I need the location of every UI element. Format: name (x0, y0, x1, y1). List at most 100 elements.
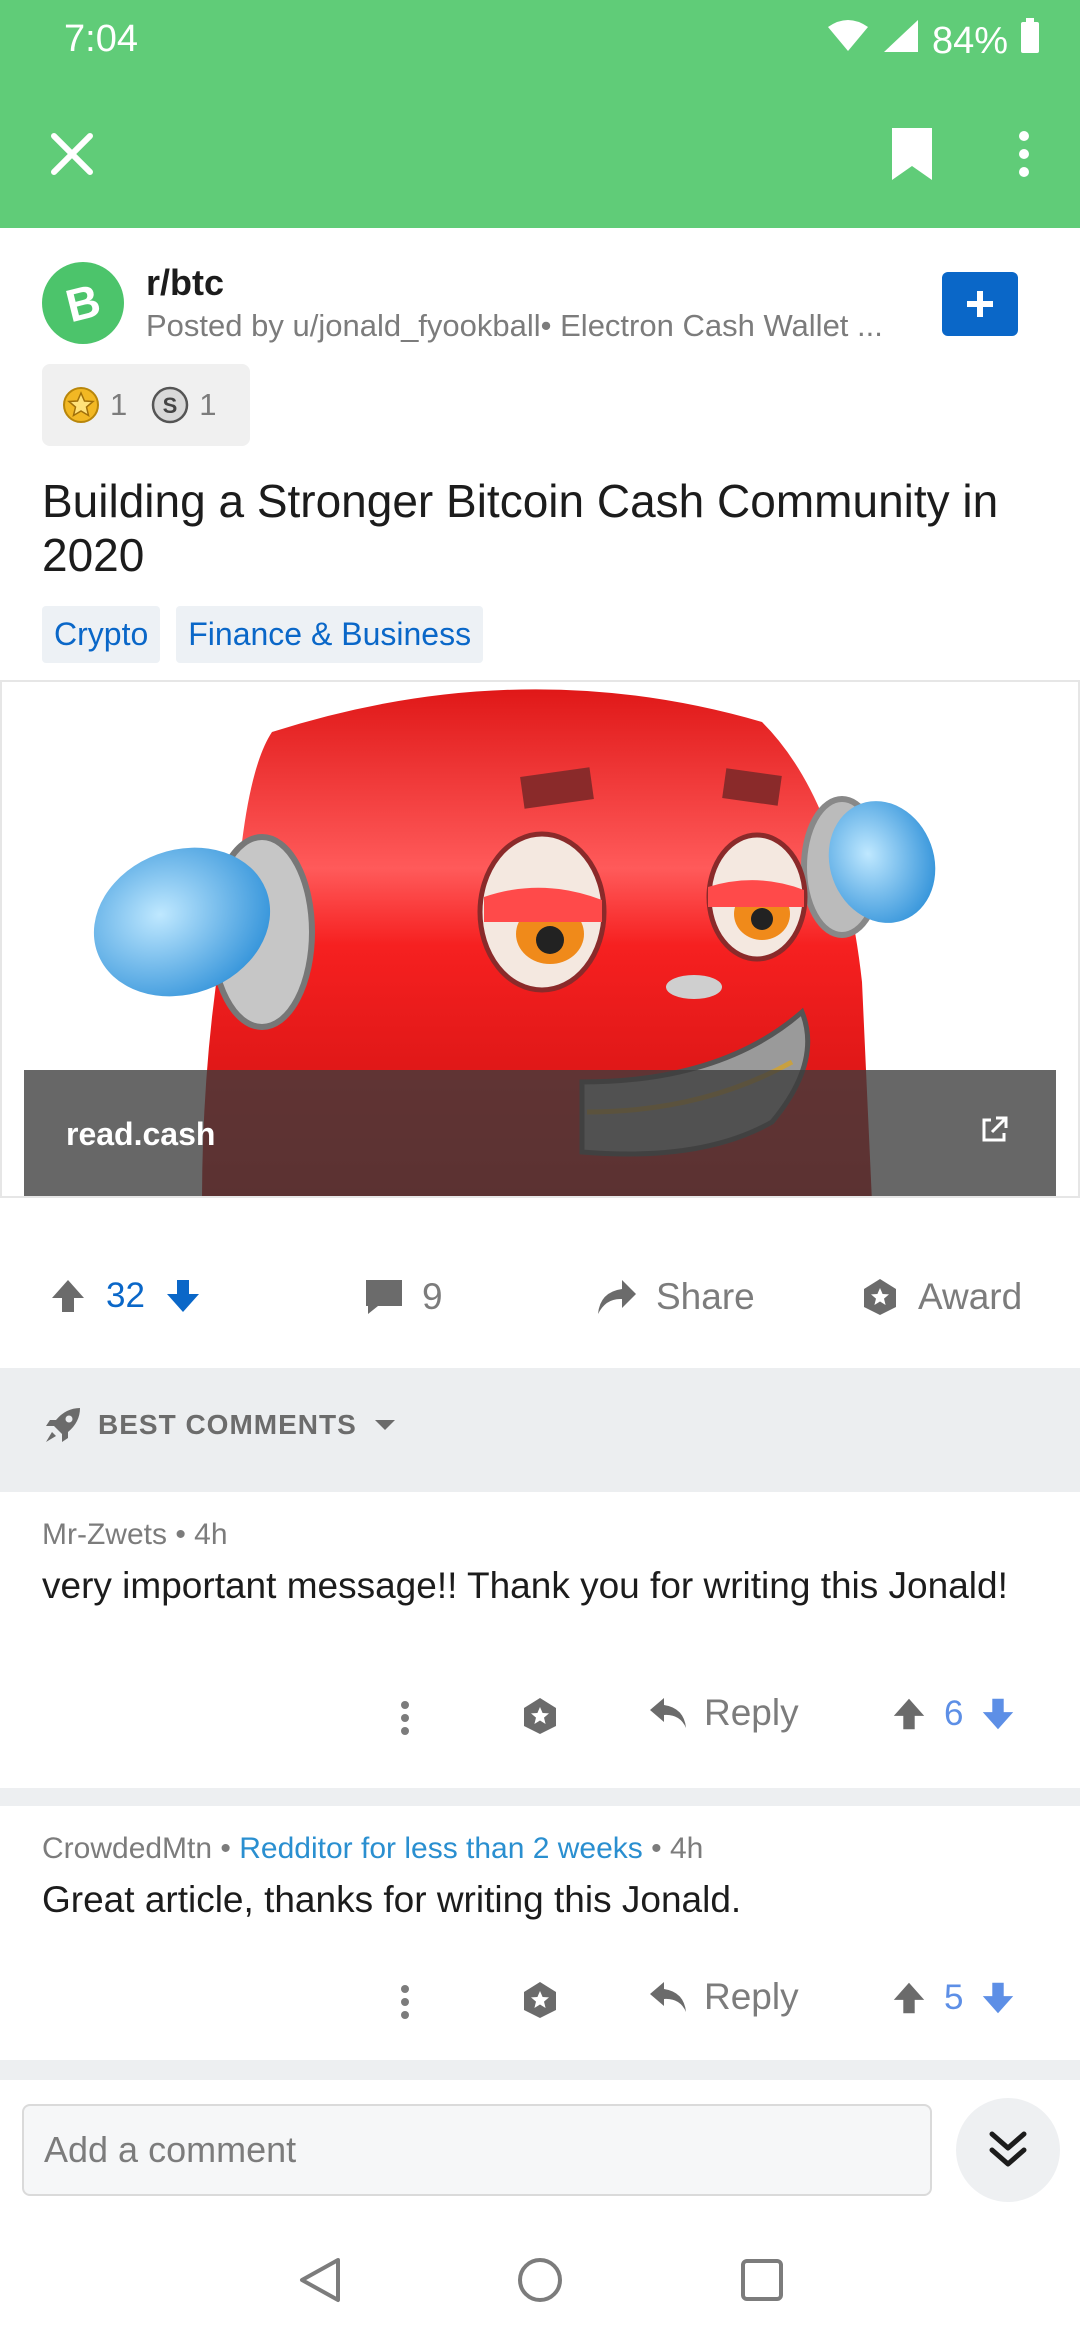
subreddit-avatar[interactable]: B (42, 262, 124, 344)
post-meta[interactable]: Posted by u/jonald_fyookball• Electron C… (146, 308, 936, 344)
flair-tag[interactable]: Finance & Business (176, 606, 484, 663)
award-icon (864, 1279, 896, 1315)
more-vertical-icon (401, 1701, 409, 1735)
home-circle-icon (518, 2258, 562, 2302)
more-vertical-icon (401, 1985, 409, 2019)
top-app-bar: 7:04 84% (0, 0, 1080, 228)
reply-icon (650, 1698, 686, 1728)
reply-button[interactable]: Reply (648, 1692, 799, 1734)
status-time: 7:04 (64, 18, 138, 60)
close-icon (51, 133, 93, 175)
downvote-icon[interactable] (163, 1276, 203, 1316)
award-icon (524, 1698, 556, 1734)
comment-divider (0, 1788, 1080, 1806)
svg-text:B: B (61, 275, 106, 331)
award-icon (524, 1982, 556, 2018)
add-comment-input[interactable] (22, 2104, 932, 2196)
post-vote: 32 (48, 1276, 203, 1316)
award-silver: S 1 (151, 386, 217, 424)
user-flair: Redditor for less than 2 weeks (239, 1832, 643, 1865)
share-button[interactable]: Share (596, 1276, 755, 1318)
upvote-icon[interactable] (48, 1276, 88, 1316)
reply-label: Reply (704, 1692, 799, 1733)
more-vertical-icon (1019, 131, 1029, 177)
external-link-icon (978, 1114, 1010, 1151)
save-post-button[interactable] (876, 118, 948, 190)
subreddit-name[interactable]: r/btc (146, 262, 224, 304)
comment-age: 4h (194, 1518, 228, 1551)
next-comment-button[interactable] (956, 2098, 1060, 2202)
comment-author[interactable]: Mr-Zwets (42, 1518, 167, 1551)
status-bar: 7:04 84% (0, 0, 1080, 80)
reply-button[interactable]: Reply (648, 1976, 799, 2018)
status-icons: 84% (826, 18, 1040, 64)
flair-tag[interactable]: Crypto (42, 606, 161, 663)
bitcoin-cash-logo-icon: B (61, 275, 106, 331)
downvote-icon[interactable] (979, 1979, 1017, 2017)
plus-icon (967, 291, 993, 317)
award-label: Award (918, 1276, 1023, 1317)
comment-composer (0, 2080, 1080, 2220)
silver-coin-award-icon: S (152, 386, 189, 424)
comment-sort-bar[interactable]: BEST COMMENTS (0, 1368, 1080, 1492)
comments-button[interactable]: 9 (364, 1276, 443, 1318)
comment-award-button[interactable] (520, 1696, 560, 1741)
battery-level: 84% (931, 19, 1008, 62)
more-options-button[interactable] (1000, 118, 1048, 190)
gold-star-award-icon (63, 387, 99, 423)
reply-icon (650, 1982, 686, 2012)
comment-icon (366, 1280, 402, 1314)
comment-count: 9 (422, 1276, 443, 1317)
link-bar[interactable]: read.cash (24, 1070, 1056, 1196)
downvote-icon[interactable] (979, 1695, 1017, 1733)
comment-award-button[interactable] (520, 1980, 560, 2025)
comment-vote: 6 (890, 1694, 1017, 1734)
comment-more-button[interactable] (400, 1984, 410, 2025)
comment-meta: Mr-Zwets • 4h (42, 1518, 228, 1551)
share-icon (598, 1280, 636, 1314)
award-count: 1 (199, 387, 217, 422)
close-button[interactable] (36, 118, 108, 190)
comment-actions: Reply 5 (0, 1966, 1080, 2036)
double-chevron-down-icon (989, 2131, 1027, 2167)
post-title: Building a Stronger Bitcoin Cash Communi… (42, 475, 999, 581)
comment-vote: 5 (890, 1978, 1017, 2018)
share-label: Share (656, 1276, 755, 1317)
comment-vote-count: 6 (944, 1694, 964, 1733)
award-button[interactable]: Award (860, 1276, 1022, 1318)
comment-more-button[interactable] (400, 1700, 410, 1741)
comment-divider (0, 2060, 1080, 2080)
system-nav-bar (0, 2220, 1080, 2340)
award-gold: 1 (62, 386, 127, 424)
comment-vote-count: 5 (944, 1978, 964, 2017)
comment-age: 4h (670, 1832, 704, 1865)
recents-square-icon (741, 2259, 783, 2301)
caret-down-icon (374, 1420, 395, 1430)
comment-body: very important message!! Thank you for w… (42, 1565, 1008, 1606)
comment-body: Great article, thanks for writing this J… (42, 1879, 742, 1920)
nav-recents-button[interactable] (732, 2250, 792, 2310)
sort-label: BEST COMMENTS (98, 1409, 357, 1440)
battery-icon (1020, 18, 1040, 64)
comment-author[interactable]: CrowdedMtn (42, 1832, 212, 1865)
wifi-icon (826, 19, 870, 63)
comment: CrowdedMtn • Redditor for less than 2 we… (0, 1806, 1080, 2060)
vote-count: 32 (106, 1276, 145, 1315)
post-actions: 32 9 Share Award (0, 1250, 1080, 1360)
link-domain: read.cash (66, 1116, 216, 1152)
upvote-icon[interactable] (890, 1695, 928, 1733)
join-subreddit-button[interactable] (942, 272, 1018, 336)
post-flairs: Crypto Finance & Business (42, 606, 484, 663)
comment-actions: Reply 6 (0, 1682, 1080, 1752)
reply-label: Reply (704, 1976, 799, 2017)
nav-back-button[interactable] (290, 2250, 350, 2310)
upvote-icon[interactable] (890, 1979, 928, 2017)
award-count: 1 (110, 387, 128, 422)
app-bar (0, 80, 1080, 228)
cell-signal-icon (882, 18, 920, 64)
nav-home-button[interactable] (510, 2250, 570, 2310)
awards-summary[interactable]: 1 S 1 (42, 364, 250, 446)
comment: Mr-Zwets • 4h very important message!! T… (0, 1492, 1080, 1788)
svg-text:S: S (163, 393, 178, 418)
back-triangle-icon (300, 2258, 340, 2302)
